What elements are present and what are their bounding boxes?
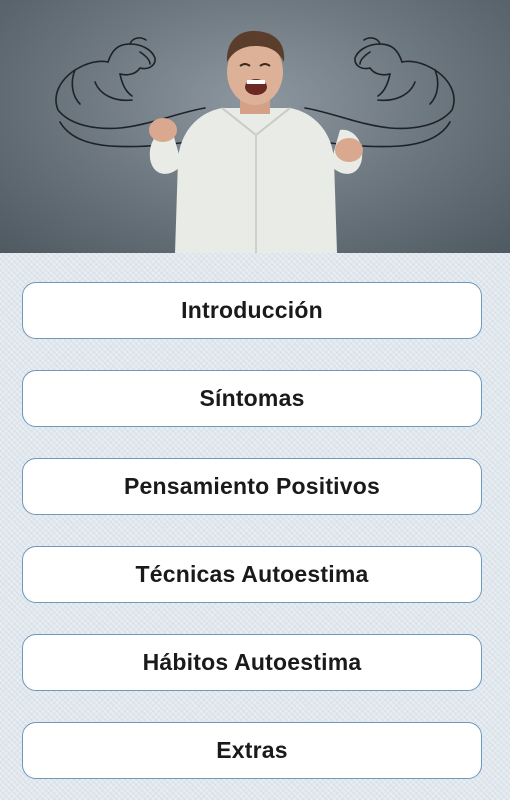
menu-button-tecnicas-autoestima[interactable]: Técnicas Autoestima: [22, 546, 482, 603]
person: [149, 30, 363, 253]
drawn-left-arm: [55, 37, 206, 148]
menu-button-label: Técnicas Autoestima: [135, 561, 369, 587]
menu-button-label: Introducción: [181, 297, 323, 323]
drawn-right-arm: [304, 37, 455, 148]
menu-button-extras[interactable]: Extras: [22, 722, 482, 779]
menu-button-label: Pensamiento Positivos: [124, 473, 380, 499]
menu-button-habitos-autoestima[interactable]: Hábitos Autoestima: [22, 634, 482, 691]
menu-button-label: Extras: [216, 737, 288, 763]
hero-image: [0, 0, 510, 253]
menu-button-label: Síntomas: [199, 385, 305, 411]
menu-button-sintomas[interactable]: Síntomas: [22, 370, 482, 427]
menu-button-pensamiento-positivos[interactable]: Pensamiento Positivos: [22, 458, 482, 515]
menu-button-label: Hábitos Autoestima: [142, 649, 362, 675]
menu-button-introduccion[interactable]: Introducción: [22, 282, 482, 339]
hero-illustration: [55, 30, 455, 253]
menu-list: Introducción Síntomas Pensamiento Positi…: [0, 253, 510, 800]
